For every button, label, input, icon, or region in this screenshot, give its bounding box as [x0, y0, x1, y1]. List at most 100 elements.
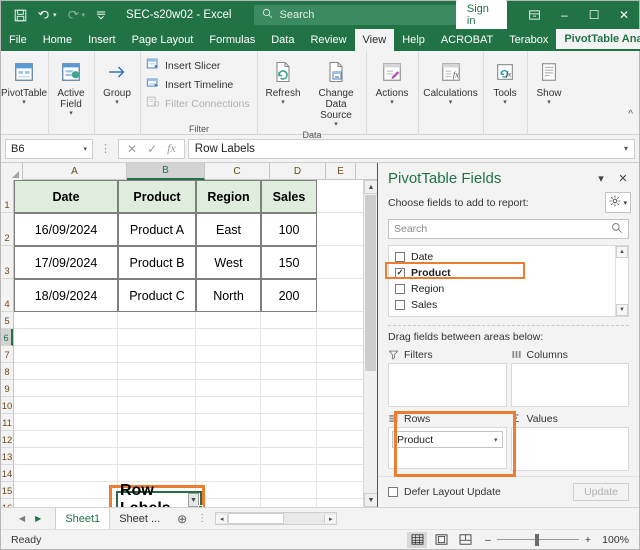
redo-icon[interactable] [62, 4, 84, 26]
column-header-a[interactable]: A [23, 163, 127, 180]
cell-b1[interactable]: Product [118, 180, 196, 213]
zoom-in-button[interactable]: + [585, 534, 591, 546]
cell-c8[interactable] [196, 363, 261, 380]
field-row-product[interactable]: ✓ Product [389, 265, 615, 281]
cell-b6[interactable] [118, 329, 196, 346]
cell-d10[interactable] [261, 397, 317, 414]
cell-b8[interactable] [118, 363, 196, 380]
pane-close-icon[interactable]: ✕ [615, 172, 631, 185]
actions-button[interactable]: Actions ▾ [367, 55, 417, 107]
tab-terabox[interactable]: Terabox [501, 29, 556, 51]
cell-a6[interactable] [14, 329, 118, 346]
previous-sheet-icon[interactable]: ◀ [19, 514, 25, 523]
cell-c1[interactable]: Region [196, 180, 261, 213]
horizontal-scroll-thumb[interactable] [228, 513, 285, 524]
cancel-icon[interactable]: ✕ [127, 142, 137, 156]
cell-c11[interactable] [196, 414, 261, 431]
cell-d15[interactable] [261, 482, 317, 499]
scroll-down-icon[interactable]: ▼ [364, 493, 377, 507]
cell-c14[interactable] [196, 465, 261, 482]
tab-formulas[interactable]: Formulas [201, 29, 263, 51]
field-checkbox-product[interactable]: ✓ [395, 268, 405, 278]
insert-function-icon[interactable]: fx [167, 141, 176, 156]
sheet-tab-sheet2[interactable]: Sheet ... [109, 507, 169, 530]
pivottable-button[interactable]: PivotTable ▾ [1, 55, 47, 107]
defer-layout-update-checkbox[interactable] [388, 487, 398, 497]
cell-c3[interactable]: West [196, 246, 261, 279]
hscroll-right-icon[interactable]: ▸ [324, 514, 337, 523]
actions-dropdown-icon[interactable]: ▾ [390, 99, 394, 107]
name-box-dropdown-icon[interactable]: ▾ [83, 145, 87, 153]
tab-help[interactable]: Help [394, 29, 433, 51]
cell-d9[interactable] [261, 380, 317, 397]
row-header-1[interactable]: 1 [1, 180, 13, 213]
row-header-12[interactable]: 12 [1, 431, 13, 448]
sheet-tab-sheet1[interactable]: Sheet1 [55, 507, 110, 530]
cell-b13[interactable] [118, 448, 196, 465]
pivot-row-labels-header[interactable]: Row Labels ▼ [116, 482, 203, 507]
cell-a9[interactable] [14, 380, 118, 397]
minimize-button[interactable]: – [549, 1, 579, 29]
cell-b14[interactable] [118, 465, 196, 482]
cell-c9[interactable] [196, 380, 261, 397]
tab-view[interactable]: View [354, 29, 395, 51]
cell-c10[interactable] [196, 397, 261, 414]
group-button[interactable]: Group ▾ [95, 55, 139, 107]
cell-c12[interactable] [196, 431, 261, 448]
column-header-b[interactable]: B [127, 163, 205, 180]
row-header-6[interactable]: 6 [1, 329, 13, 346]
active-field-dropdown-icon[interactable]: ▾ [69, 110, 73, 118]
field-list-scroll-down-icon[interactable]: ▼ [616, 304, 628, 316]
field-list-scroll-thumb[interactable] [616, 258, 628, 304]
hscroll-left-icon[interactable]: ◂ [216, 514, 229, 523]
cell-a13[interactable] [14, 448, 118, 465]
zoom-level[interactable]: 100% [597, 534, 629, 546]
cell-a11[interactable] [14, 414, 118, 431]
tab-data[interactable]: Data [263, 29, 302, 51]
cell-b7[interactable] [118, 346, 196, 363]
column-header-c[interactable]: C [205, 163, 270, 180]
cell-c5[interactable] [196, 312, 261, 329]
cell-b12[interactable] [118, 431, 196, 448]
cell-b11[interactable] [118, 414, 196, 431]
formula-input[interactable]: Row Labels ▾ [187, 138, 635, 159]
cell-b3[interactable]: Product B [118, 246, 196, 279]
undo-icon[interactable] [33, 4, 55, 26]
field-chip-product[interactable]: Product ▾ [392, 431, 503, 448]
save-icon[interactable] [9, 4, 31, 26]
cell-c7[interactable] [196, 346, 261, 363]
row-header-4[interactable]: 4 [1, 279, 13, 312]
area-dropzone-columns[interactable] [510, 363, 629, 407]
row-header-11[interactable]: 11 [1, 414, 13, 431]
maximize-button[interactable]: ☐ [579, 1, 609, 29]
row-header-14[interactable]: 14 [1, 465, 13, 482]
cell-a3[interactable]: 17/09/2024 [14, 246, 118, 279]
row-header-10[interactable]: 10 [1, 397, 13, 414]
zoom-slider[interactable] [496, 533, 579, 546]
row-header-3[interactable]: 3 [1, 246, 13, 279]
fill-handle[interactable] [198, 505, 203, 507]
cell-c15[interactable] [196, 482, 261, 499]
cell-b4[interactable]: Product C [118, 279, 196, 312]
tab-home[interactable]: Home [35, 29, 80, 51]
tab-file[interactable]: File [1, 29, 35, 51]
cell-d5[interactable] [261, 312, 317, 329]
refresh-dropdown-icon[interactable]: ▾ [281, 99, 285, 107]
insert-timeline-button[interactable]: Insert Timeline [141, 75, 238, 94]
collapse-ribbon-icon[interactable]: ^ [628, 109, 633, 120]
row-header-2[interactable]: 2 [1, 213, 13, 246]
cell-d4[interactable]: 200 [261, 279, 317, 312]
row-header-7[interactable]: 7 [1, 346, 13, 363]
grid-vertical-scrollbar[interactable]: ▲ ▼ [363, 180, 377, 507]
tab-page-layout[interactable]: Page Layout [124, 29, 202, 51]
pivottable-dropdown-icon[interactable]: ▾ [22, 99, 26, 107]
cell-b9[interactable] [118, 380, 196, 397]
cell-d6[interactable] [261, 329, 317, 346]
cell-a1[interactable]: Date [14, 180, 118, 213]
row-header-16[interactable]: 16 [1, 499, 13, 507]
undo-dropdown-icon[interactable]: ▾ [53, 11, 57, 19]
cell-a14[interactable] [14, 465, 118, 482]
column-header-d[interactable]: D [270, 163, 326, 180]
field-row-region[interactable]: Region [389, 281, 615, 297]
field-row-date[interactable]: Date [389, 249, 615, 265]
